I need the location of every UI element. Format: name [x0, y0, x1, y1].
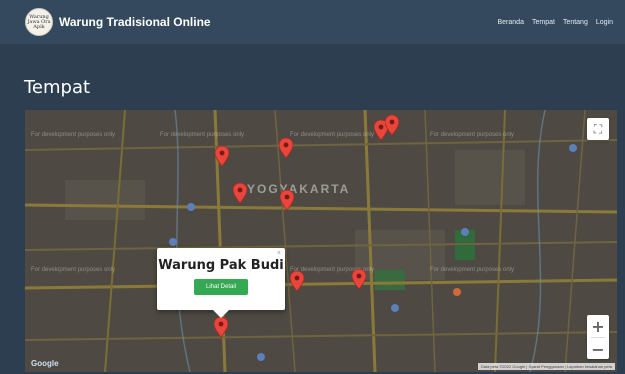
zoom-control: + −: [587, 315, 609, 359]
nav-link-beranda[interactable]: Beranda: [498, 19, 524, 26]
brand-logo-text: Warung Jawa Ora Apik: [27, 13, 51, 30]
map-attribution[interactable]: Data peta ©2022 Google | Syarat Pengguna…: [477, 363, 615, 370]
nav-link-tentang[interactable]: Tentang: [563, 19, 588, 26]
page-title: Tempat: [24, 77, 91, 98]
brand-title[interactable]: Warung Tradisional Online: [59, 15, 211, 29]
district-label: YOGYAKARTA: [247, 182, 351, 196]
google-logo[interactable]: Google: [31, 359, 59, 368]
info-window: × Warung Pak Budi Lihat Detail: [157, 248, 285, 318]
map-pin[interactable]: [215, 146, 229, 166]
map-pin[interactable]: [352, 269, 366, 289]
map-pin[interactable]: [385, 115, 399, 135]
map-pin[interactable]: [233, 183, 247, 203]
nav-link-login[interactable]: Login: [596, 19, 613, 26]
nav-link-tempat[interactable]: Tempat: [532, 19, 555, 26]
info-window-close-icon[interactable]: ×: [277, 250, 281, 257]
map[interactable]: For development purposes only For develo…: [25, 110, 617, 372]
fullscreen-button[interactable]: ⛶: [587, 118, 609, 140]
zoom-out-button[interactable]: −: [587, 338, 609, 360]
info-window-title: Warung Pak Budi: [158, 258, 284, 273]
nav-links: Beranda Tempat Tentang Login: [498, 19, 614, 26]
map-roads: [25, 110, 617, 372]
view-detail-button[interactable]: Lihat Detail: [193, 279, 249, 295]
brand-logo[interactable]: Warung Jawa Ora Apik: [25, 8, 53, 36]
map-pin[interactable]: [279, 138, 293, 158]
map-pin[interactable]: [280, 190, 294, 210]
map-pin[interactable]: [290, 271, 304, 291]
fullscreen-icon: ⛶: [593, 121, 603, 136]
navbar: Warung Jawa Ora Apik Warung Tradisional …: [0, 0, 625, 44]
zoom-in-button[interactable]: +: [587, 315, 609, 337]
map-pin-selected[interactable]: [214, 317, 228, 337]
